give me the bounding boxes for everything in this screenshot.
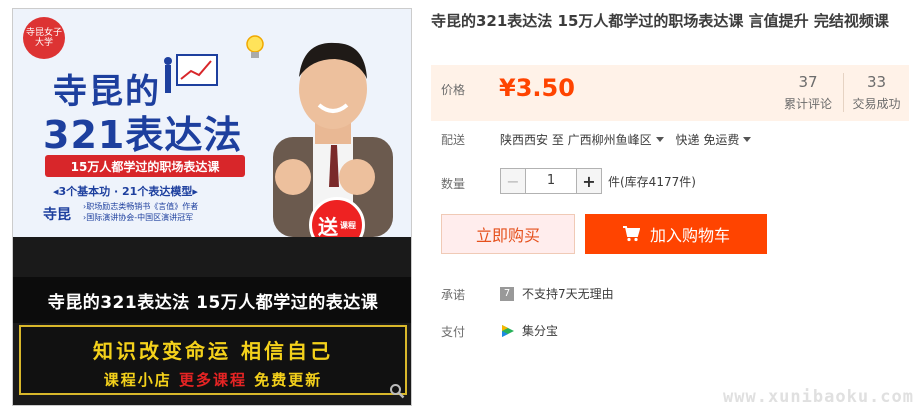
- quantity-decrease-button[interactable]: −: [500, 168, 526, 194]
- promo-links: 课程小店 更多课程 免费更新: [21, 369, 405, 390]
- sales-count: 33: [866, 73, 887, 91]
- review-count-label: 累计评论: [783, 97, 832, 111]
- add-to-cart-button[interactable]: 加入购物车: [585, 214, 767, 254]
- hero-author-info: ›职场励志类畅销书《言值》作者 ›国际演讲协会-中国区演讲冠军: [83, 201, 198, 223]
- review-count-block[interactable]: 37 累计评论: [775, 73, 841, 112]
- ship-to-value: 广西柳州鱼峰区: [567, 133, 652, 147]
- gift-label: 送: [318, 214, 338, 238]
- promo-free-update: 免费更新: [254, 371, 323, 389]
- hero-author-name: 寺昆: [43, 207, 71, 223]
- shipping-label: 配送: [441, 133, 466, 147]
- ship-from: 陕西西安 至: [500, 133, 564, 147]
- promise-text[interactable]: 不支持7天无理由: [522, 285, 614, 302]
- price-box: 价格 ¥3.50 37 累计评论 33 交易成功: [431, 65, 909, 121]
- ship-to-select[interactable]: 广西柳州鱼峰区: [568, 133, 672, 147]
- promise-label: 承诺: [441, 288, 466, 302]
- author-info-line: ›国际演讲协会-中国区演讲冠军: [83, 213, 194, 222]
- payment-label: 支付: [441, 325, 466, 339]
- product-title: 寺昆的321表达法 15万人都学过的职场表达课 言值提升 完结视频课: [431, 12, 889, 30]
- cart-icon: [622, 226, 640, 242]
- caption-text: 寺昆的321表达法 15万人都学过的表达课: [47, 292, 379, 313]
- quantity-stepper: − 1 + 件(库存4177件): [500, 168, 696, 194]
- no-return-icon: 7: [500, 286, 514, 301]
- promo-shop: 课程小店: [103, 371, 172, 389]
- promo-panel: 知识改变命运 相信自己 课程小店 更多课程 免费更新: [19, 325, 407, 395]
- chart-illustration-icon: [164, 54, 218, 93]
- promo-more-courses: 更多课程: [178, 371, 247, 389]
- add-to-cart-label: 加入购物车: [649, 226, 730, 245]
- shipping-info: 陕西西安 至 广西柳州鱼峰区 快递 免运费: [500, 131, 759, 148]
- quantity-increase-button[interactable]: +: [576, 168, 602, 194]
- stock-info: 件(库存4177件): [608, 174, 696, 189]
- brand-logo: 寺昆女子大学: [23, 17, 65, 59]
- review-count: 37: [798, 73, 818, 91]
- quantity-input[interactable]: 1: [526, 168, 576, 194]
- watermark: www.xunibaoku.com: [723, 387, 914, 407]
- hero-title-line2: 321表达法: [43, 113, 243, 157]
- product-image[interactable]: 寺昆女子大学 寺昆的 321表达法 15万人都学过的职场表达课 ◂3个基本功 ·…: [12, 8, 412, 406]
- quantity-label: 数量: [441, 177, 466, 191]
- ship-method-value: 快递 免运费: [675, 133, 740, 147]
- ship-method-select[interactable]: 快递 免运费: [676, 133, 760, 147]
- author-info-line: ›职场励志类畅销书《言值》作者: [83, 202, 199, 211]
- promo-slogan: 知识改变命运 相信自己: [93, 339, 333, 363]
- payment-method-text[interactable]: 集分宝: [522, 322, 558, 339]
- sales-count-block: 33 交易成功: [843, 73, 909, 112]
- hero-ribbon: 15万人都学过的职场表达课: [45, 155, 245, 177]
- chevron-down-icon: [743, 137, 752, 142]
- buy-now-button[interactable]: 立即购买: [441, 214, 575, 254]
- banner-hero: 寺昆女子大学 寺昆的 321表达法 15万人都学过的职场表达课 ◂3个基本功 ·…: [13, 9, 411, 238]
- zoom-icon[interactable]: [389, 383, 405, 399]
- jifenbao-icon: [502, 324, 514, 337]
- price-value: ¥3.50: [499, 74, 575, 102]
- caption-band: 寺昆的321表达法 15万人都学过的表达课: [13, 277, 411, 323]
- sales-count-label: 交易成功: [852, 97, 901, 111]
- chevron-down-icon: [655, 137, 664, 142]
- payment-info: 集分宝: [500, 322, 558, 339]
- hero-subline: ◂3个基本功 · 21个表达模型▸: [53, 185, 198, 198]
- promise-info: 7 不支持7天无理由: [500, 285, 614, 302]
- price-label: 价格: [441, 83, 466, 97]
- gift-small-label: 课程: [340, 220, 356, 230]
